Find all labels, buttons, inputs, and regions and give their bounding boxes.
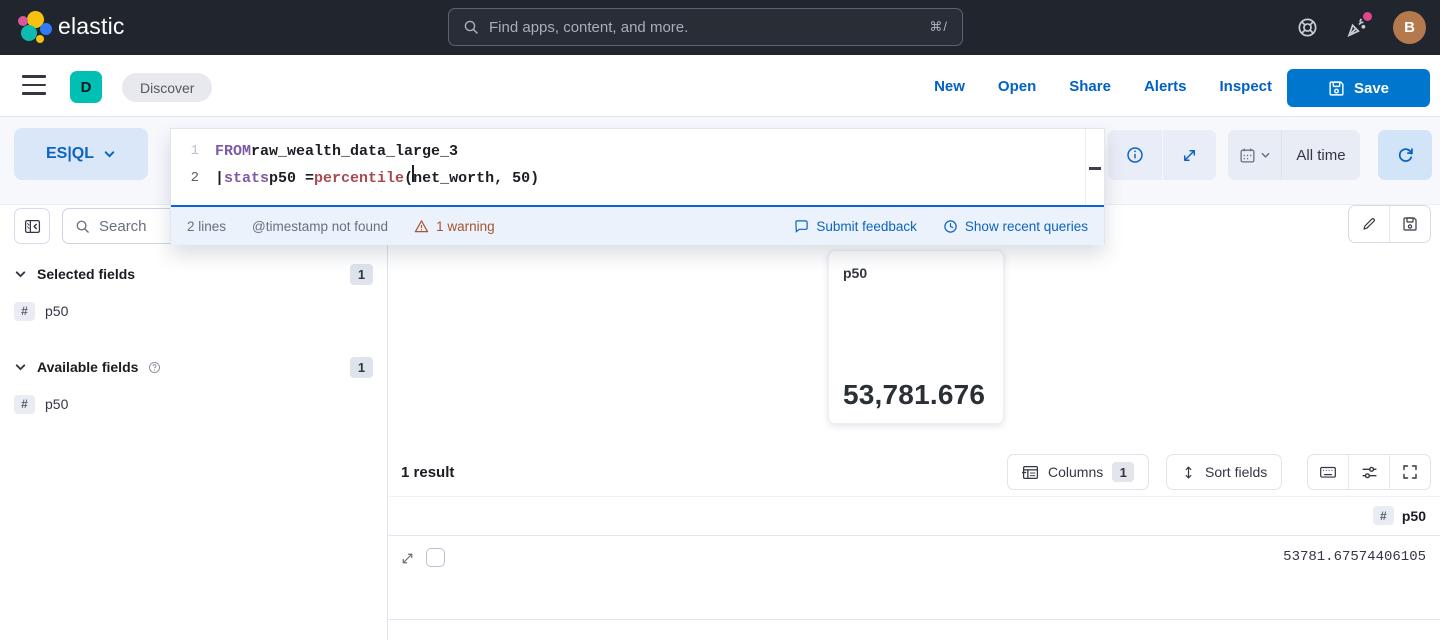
query-info-button[interactable] <box>1108 130 1162 180</box>
field-item-p50-available[interactable]: # p50 <box>14 393 68 415</box>
question-circle-icon <box>148 361 161 374</box>
result-count: 1 result <box>401 464 454 481</box>
grid-controls-group <box>1307 454 1431 490</box>
submit-feedback-button[interactable]: Submit feedback <box>794 219 917 234</box>
menu-icon[interactable] <box>22 75 46 95</box>
keyboard-shortcuts-button[interactable] <box>1308 455 1348 489</box>
alerts-button[interactable]: Alerts <box>1144 78 1187 95</box>
help-button[interactable] <box>1297 17 1318 38</box>
inspect-button[interactable]: Inspect <box>1219 78 1272 95</box>
available-fields-label: Available fields <box>37 359 138 375</box>
keyboard-icon <box>1319 463 1337 481</box>
esql-code-editor[interactable]: 1FROM raw_wealth_data_large_32| stats p5… <box>171 129 1104 207</box>
selected-fields-count: 1 <box>350 264 373 285</box>
expand-row-icon[interactable] <box>400 551 415 566</box>
discover-app: elastic ⌘/ B D Discover <box>0 0 1440 640</box>
open-button[interactable]: Open <box>998 78 1036 95</box>
esql-editor-panel: 1FROM raw_wealth_data_large_32| stats p5… <box>170 128 1105 245</box>
edit-visualization-button[interactable] <box>1349 206 1389 242</box>
breadcrumb[interactable]: Discover <box>122 73 212 102</box>
display-options-button[interactable] <box>1348 455 1389 489</box>
clock-icon <box>943 219 958 234</box>
chevron-down-icon <box>103 148 116 161</box>
expand-editor-button[interactable] <box>1162 130 1216 180</box>
date-quick-select[interactable] <box>1228 130 1282 180</box>
number-field-icon: # <box>14 395 35 414</box>
available-fields-section[interactable]: Available fields 1 <box>14 355 373 379</box>
number-field-icon: # <box>1373 506 1394 525</box>
fullscreen-icon <box>1402 464 1418 480</box>
refresh-icon <box>1396 146 1415 165</box>
cell-p50-value[interactable]: 53781.67574406105 <box>1283 549 1426 565</box>
elastic-logo-icon[interactable] <box>18 11 52 45</box>
chevron-down-icon <box>14 268 27 281</box>
editor-display-controls <box>1108 130 1216 180</box>
recent-queries-button[interactable]: Show recent queries <box>943 219 1088 234</box>
collapse-sidebar-button[interactable] <box>14 208 50 244</box>
editor-ruler-mark <box>1089 167 1101 170</box>
brand-wordmark: elastic <box>58 13 125 40</box>
fullscreen-button[interactable] <box>1389 455 1430 489</box>
info-icon <box>1126 146 1144 164</box>
share-button[interactable]: Share <box>1069 78 1111 95</box>
feedback-icon <box>794 219 809 234</box>
global-search-input[interactable] <box>489 19 929 36</box>
esql-code-lines: 1FROM raw_wealth_data_large_32| stats p5… <box>171 138 1104 192</box>
save-visualization-button[interactable] <box>1389 206 1430 242</box>
pencil-icon <box>1361 216 1377 232</box>
chevron-down-icon <box>14 361 27 374</box>
column-header-p50[interactable]: # p50 <box>1373 506 1426 525</box>
notification-dot <box>1363 12 1372 21</box>
refresh-query-button[interactable] <box>1378 130 1432 180</box>
columns-button[interactable]: Columns 1 <box>1007 454 1149 490</box>
time-range-picker[interactable]: All time <box>1228 130 1360 180</box>
new-button[interactable]: New <box>934 78 965 95</box>
warning-button[interactable]: 1 warning <box>414 219 495 234</box>
grid-header-row: # p50 <box>388 497 1440 536</box>
table-row: 53781.67574406105 <box>388 536 1440 620</box>
time-range-label: All time <box>1282 147 1360 164</box>
user-avatar[interactable]: B <box>1393 11 1426 44</box>
selected-fields-section[interactable]: Selected fields 1 <box>14 262 373 286</box>
search-shortcut-hint: ⌘/ <box>929 19 948 35</box>
table-columns-icon <box>1022 464 1039 481</box>
save-button[interactable]: Save <box>1287 69 1430 107</box>
space-badge[interactable]: D <box>70 71 102 103</box>
metric-visualization-card: p50 53,781.676 <box>828 250 1004 424</box>
top-menu: New Open Share Alerts Inspect <box>934 55 1272 117</box>
editor-footer-bar: 2 lines @timestamp not found 1 warning S… <box>171 207 1104 245</box>
esql-mode-button[interactable]: ES|QL <box>14 128 148 180</box>
metric-label: p50 <box>843 265 989 281</box>
fields-sidebar: Selected fields 1 # p50 Available fields… <box>0 205 388 640</box>
sort-arrows-icon <box>1181 465 1196 480</box>
global-search[interactable]: ⌘/ <box>448 8 963 46</box>
expand-diagonal-icon <box>1181 147 1198 164</box>
search-icon <box>463 19 479 35</box>
columns-count-badge: 1 <box>1112 462 1134 482</box>
save-icon <box>1328 80 1345 97</box>
floppy-icon <box>1402 216 1418 232</box>
news-feed-button[interactable] <box>1344 16 1367 39</box>
number-field-icon: # <box>14 302 35 321</box>
collapse-panel-icon <box>24 218 41 235</box>
results-area: p50 53,781.676 1 result Columns 1 Sort f… <box>388 205 1440 640</box>
line-count-label: 2 lines <box>187 219 226 234</box>
help-icon <box>1297 17 1318 38</box>
calendar-icon <box>1239 147 1256 164</box>
row-checkbox[interactable] <box>426 548 445 567</box>
sliders-icon <box>1361 464 1378 481</box>
warning-icon <box>414 219 429 234</box>
available-fields-count: 1 <box>350 357 373 378</box>
search-icon <box>75 219 90 234</box>
selected-fields-label: Selected fields <box>37 266 135 282</box>
editor-scrollbar[interactable] <box>1085 129 1104 205</box>
metric-value: 53,781.676 <box>843 379 985 411</box>
top-chrome-bar: elastic ⌘/ B <box>0 0 1440 55</box>
field-item-p50-selected[interactable]: # p50 <box>14 300 68 322</box>
sort-fields-button[interactable]: Sort fields <box>1166 454 1282 490</box>
chevron-down-icon <box>1260 150 1271 161</box>
visualization-actions <box>1348 205 1431 243</box>
timestamp-note-label: @timestamp not found <box>252 219 388 234</box>
results-toolbar: 1 result Columns 1 Sort fields <box>388 448 1440 497</box>
